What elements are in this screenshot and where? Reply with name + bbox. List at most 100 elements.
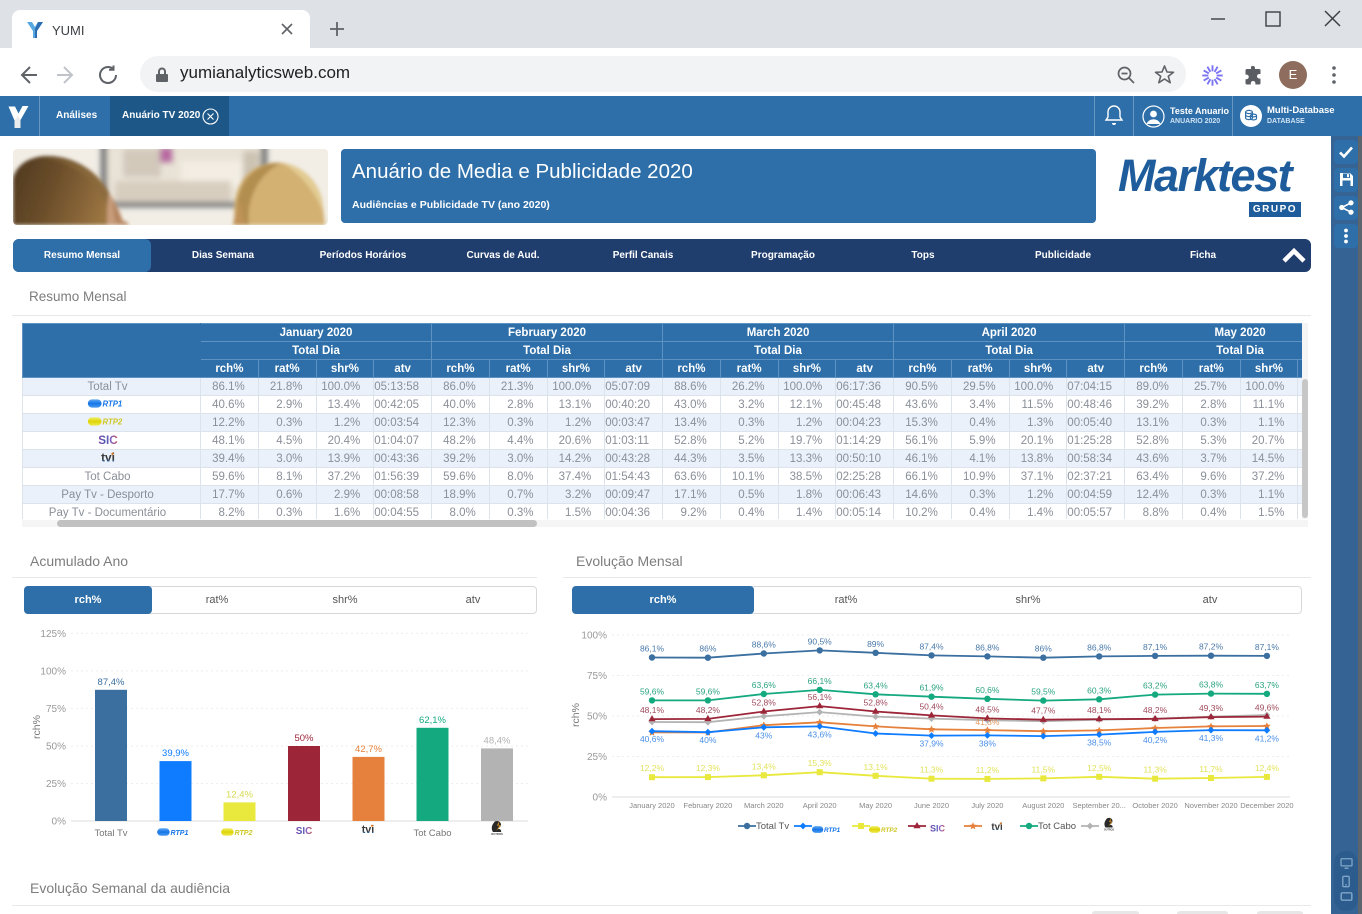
- svg-text:0%: 0%: [593, 793, 608, 804]
- svg-text:rch%: rch%: [570, 703, 582, 727]
- svg-text:40,6%: 40,6%: [640, 734, 665, 744]
- svg-text:48,2%: 48,2%: [696, 705, 721, 715]
- svg-text:Tot Cabo: Tot Cabo: [1038, 821, 1076, 832]
- svg-text:75%: 75%: [587, 671, 607, 682]
- svg-text:September 20...: September 20...: [1073, 801, 1126, 810]
- svg-text:86%: 86%: [1035, 644, 1052, 654]
- svg-text:47,7%: 47,7%: [1031, 706, 1056, 716]
- svg-text:Total Tv: Total Tv: [756, 821, 789, 832]
- svg-text:12,2%: 12,2%: [640, 763, 665, 773]
- svg-text:11,2%: 11,2%: [976, 765, 1000, 775]
- svg-text:87,1%: 87,1%: [1255, 642, 1280, 652]
- svg-text:125%: 125%: [40, 629, 66, 640]
- svg-text:11,3%: 11,3%: [1143, 765, 1167, 775]
- svg-text:SIC: SIC: [930, 823, 946, 833]
- svg-text:12,4%: 12,4%: [1255, 763, 1280, 773]
- svg-text:63,7%: 63,7%: [1255, 680, 1280, 690]
- svg-text:RTP1: RTP1: [102, 399, 122, 408]
- svg-text:RTP1: RTP1: [824, 827, 841, 834]
- svg-text:63,4%: 63,4%: [864, 680, 889, 690]
- svg-text:87,4%: 87,4%: [98, 677, 125, 688]
- svg-text:48,2%: 48,2%: [1143, 705, 1168, 715]
- svg-text:52,8%: 52,8%: [864, 698, 889, 708]
- svg-text:59,6%: 59,6%: [640, 686, 665, 696]
- svg-text:January 2020: January 2020: [629, 801, 674, 810]
- svg-text:43%: 43%: [755, 730, 772, 740]
- svg-text:RTP2: RTP2: [102, 417, 122, 426]
- svg-text:February 2020: February 2020: [684, 801, 733, 810]
- svg-text:July 2020: July 2020: [971, 801, 1003, 810]
- svg-text:11,7%: 11,7%: [1199, 764, 1223, 774]
- svg-text:May 2020: May 2020: [859, 801, 892, 810]
- svg-text:87,2%: 87,2%: [1199, 642, 1224, 652]
- svg-text:SIC: SIC: [296, 826, 313, 836]
- svg-text:49,6%: 49,6%: [1255, 703, 1280, 713]
- svg-text:59,6%: 59,6%: [696, 686, 721, 696]
- svg-text:61,9%: 61,9%: [919, 683, 944, 693]
- svg-text:48,1%: 48,1%: [1087, 705, 1112, 715]
- svg-text:48,5%: 48,5%: [975, 704, 1000, 714]
- svg-text:25%: 25%: [587, 752, 607, 763]
- svg-text:50%: 50%: [294, 733, 314, 744]
- svg-text:SIC: SIC: [98, 433, 118, 445]
- svg-text:11,5%: 11,5%: [1032, 764, 1056, 774]
- svg-text:63,2%: 63,2%: [1143, 681, 1168, 691]
- svg-text:56,1%: 56,1%: [808, 692, 833, 702]
- svg-text:11,3%: 11,3%: [920, 765, 944, 775]
- svg-text:52,8%: 52,8%: [752, 698, 777, 708]
- svg-text:12,4%: 12,4%: [226, 789, 253, 800]
- svg-text:40%: 40%: [699, 735, 716, 745]
- svg-text:12,5%: 12,5%: [1087, 763, 1112, 773]
- svg-text:March 2020: March 2020: [744, 801, 784, 810]
- svg-text:December 2020: December 2020: [1240, 801, 1293, 810]
- svg-text:86,1%: 86,1%: [640, 644, 665, 654]
- svg-text:50%: 50%: [46, 742, 66, 753]
- svg-text:90,5%: 90,5%: [808, 636, 833, 646]
- svg-text:38%: 38%: [979, 738, 996, 748]
- svg-text:40,2%: 40,2%: [1143, 735, 1168, 745]
- svg-text:RTP2: RTP2: [235, 829, 253, 837]
- svg-text:59,5%: 59,5%: [1031, 687, 1056, 697]
- svg-text:OUTROS: OUTROS: [491, 832, 503, 836]
- svg-text:13,1%: 13,1%: [864, 762, 889, 772]
- svg-text:66,1%: 66,1%: [808, 676, 833, 686]
- svg-text:48,4%: 48,4%: [484, 735, 511, 746]
- svg-text:86,8%: 86,8%: [1087, 642, 1112, 652]
- svg-text:63,8%: 63,8%: [1199, 680, 1224, 690]
- svg-text:49,3%: 49,3%: [1199, 703, 1224, 713]
- svg-text:rch%: rch%: [31, 715, 43, 739]
- svg-text:48,1%: 48,1%: [640, 705, 665, 715]
- svg-text:37,9%: 37,9%: [919, 739, 944, 749]
- svg-text:42,7%: 42,7%: [355, 744, 382, 755]
- svg-text:12,3%: 12,3%: [696, 763, 721, 773]
- svg-text:62,1%: 62,1%: [419, 715, 446, 726]
- svg-text:75%: 75%: [46, 704, 66, 715]
- svg-text:89%: 89%: [867, 639, 884, 649]
- svg-text:OUTROS: OUTROS: [1104, 828, 1115, 831]
- svg-text:41,3%: 41,3%: [1199, 733, 1224, 743]
- svg-text:0%: 0%: [52, 817, 67, 828]
- svg-text:86,8%: 86,8%: [975, 642, 1000, 652]
- svg-text:100%: 100%: [581, 631, 607, 642]
- svg-text:38,5%: 38,5%: [1087, 738, 1112, 748]
- svg-text:86%: 86%: [699, 644, 716, 654]
- svg-text:June 2020: June 2020: [914, 801, 949, 810]
- svg-text:Tot Cabo: Tot Cabo: [413, 828, 451, 839]
- svg-text:November 2020: November 2020: [1184, 801, 1237, 810]
- svg-text:60,6%: 60,6%: [975, 685, 1000, 695]
- svg-text:50%: 50%: [587, 712, 607, 723]
- svg-text:41,2%: 41,2%: [1255, 733, 1280, 743]
- svg-text:43,6%: 43,6%: [808, 729, 833, 739]
- svg-text:April 2020: April 2020: [803, 801, 837, 810]
- svg-text:25%: 25%: [46, 779, 66, 790]
- svg-text:October 2020: October 2020: [1132, 801, 1177, 810]
- svg-text:41,3%: 41,3%: [975, 717, 1000, 727]
- svg-text:RTP2: RTP2: [881, 827, 898, 834]
- svg-text:87,1%: 87,1%: [1143, 642, 1168, 652]
- svg-text:60,3%: 60,3%: [1087, 685, 1112, 695]
- svg-text:50,4%: 50,4%: [919, 701, 944, 711]
- svg-text:100%: 100%: [40, 666, 66, 677]
- svg-text:87,4%: 87,4%: [919, 641, 944, 651]
- svg-text:August 2020: August 2020: [1022, 801, 1064, 810]
- svg-text:63,6%: 63,6%: [752, 680, 777, 690]
